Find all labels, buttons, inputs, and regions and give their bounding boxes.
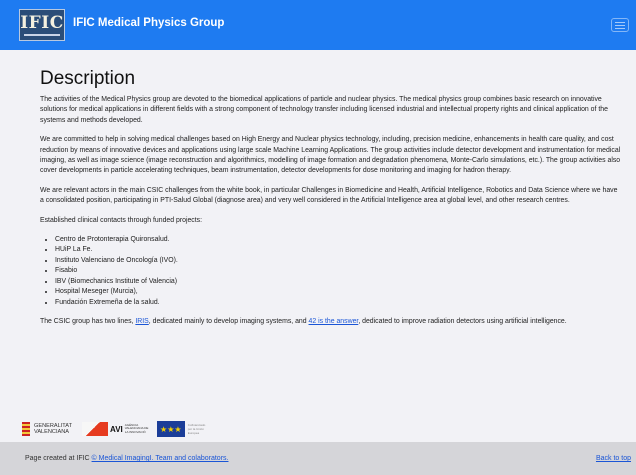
- list-item: Fisabio: [55, 266, 622, 276]
- eu-cofunding-text: Cofinanciado por la Unión Europea: [187, 423, 206, 435]
- generalitat-valenciana-logo: GENERALITAT VALENCIANA: [22, 422, 72, 436]
- list-item: Instituto Valenciano de Oncología (IVO).: [55, 256, 622, 266]
- ific-logo[interactable]: IFIC: [19, 9, 65, 41]
- description-paragraph: We are committed to help in solving medi…: [40, 136, 621, 175]
- contacts-intro: Established clinical contacts through fu…: [40, 216, 203, 224]
- page-title: Description: [40, 68, 136, 89]
- list-item: Fundación Extremeña de la salud.: [55, 298, 622, 308]
- list-item: IBV (Biomechanics Institute of Valencia): [55, 277, 622, 287]
- closing-text: The CSIC group has two lines,: [40, 317, 136, 325]
- description-paragraph: We are relevant actors in the main CSIC …: [40, 186, 618, 205]
- avi-wedge-icon: [82, 422, 109, 436]
- closing-text: , dedicated to improve radiation detecto…: [358, 317, 567, 325]
- logo-text: IFIC: [20, 12, 64, 33]
- list-item: Hospital Meseger (Murcia),: [55, 287, 622, 297]
- footer-credit: Page created at IFIC © Medical ImagingI.…: [25, 455, 228, 462]
- footer-prefix: Page created at IFIC: [25, 455, 92, 462]
- logo-underline: [24, 33, 60, 36]
- hamburger-icon: [615, 27, 625, 29]
- list-item: HUiP La Fe.: [55, 245, 622, 255]
- contacts-list: Centro de Protonterapia Quironsalud. HUi…: [40, 235, 622, 308]
- 42-is-the-answer-link[interactable]: 42 is the answer: [309, 318, 359, 325]
- list-item: Centro de Protonterapia Quironsalud.: [55, 235, 622, 245]
- hamburger-icon: [615, 24, 625, 26]
- research-lines-paragraph: The CSIC group has two lines, IRIS, dedi…: [40, 317, 622, 327]
- iris-link[interactable]: IRIS: [135, 318, 148, 325]
- back-to-top-link[interactable]: Back to top: [596, 455, 631, 462]
- avi-text: AVI: [110, 424, 123, 434]
- description-paragraph: The activities of the Medical Physics gr…: [40, 96, 608, 124]
- footer: Page created at IFIC © Medical ImagingI.…: [0, 442, 636, 475]
- sponsor-logos: GENERALITAT VALENCIANA AVI AGÈNCIA VALEN…: [22, 420, 210, 438]
- brand-title[interactable]: IFIC Medical Physics Group: [73, 17, 224, 29]
- main-content: Description The activities of the Medica…: [40, 68, 622, 336]
- hamburger-icon: [615, 21, 625, 23]
- closing-text: , dedicated mainly to develop imaging sy…: [148, 317, 309, 325]
- gva-emblem-icon: [22, 422, 30, 436]
- team-link[interactable]: © Medical ImagingI. Team and colaborator…: [92, 455, 229, 462]
- navbar: IFIC IFIC Medical Physics Group: [0, 0, 636, 50]
- avi-subtext: AGÈNCIA VALENCIANA DE LA INNOVACIÓ: [124, 422, 149, 434]
- gva-line: VALENCIANA: [34, 429, 70, 435]
- menu-toggle-button[interactable]: [611, 18, 629, 32]
- eu-flag-icon: ★★★: [156, 421, 185, 437]
- avi-logo: AVI AGÈNCIA VALENCIANA DE LA INNOVACIÓ: [82, 422, 151, 436]
